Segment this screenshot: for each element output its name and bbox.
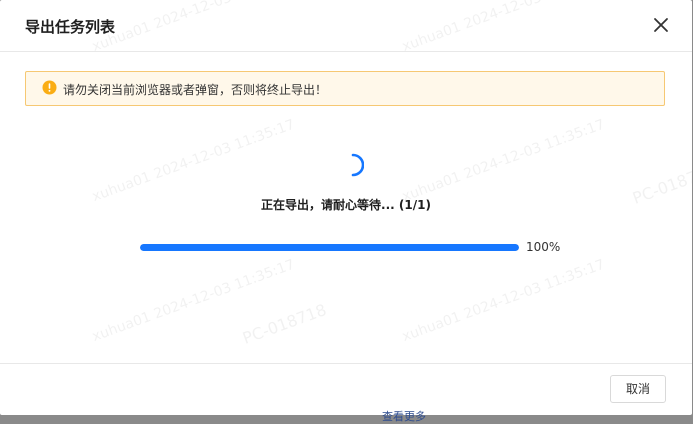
export-status-text: 正在导出，请耐心等待... (1/1) bbox=[261, 198, 431, 212]
alert-message: 请勿关闭当前浏览器或者弹窗，否则将终止导出！ bbox=[63, 83, 328, 97]
watermark-device: PC-018718 bbox=[240, 300, 329, 348]
loading-spinner-icon bbox=[340, 152, 364, 178]
progress-bar-fill bbox=[140, 244, 519, 251]
watermark-text: xuhua01 2024-12-03 11:35:17 bbox=[90, 116, 297, 206]
dialog-header: 导出任务列表 bbox=[0, 0, 692, 52]
close-icon bbox=[654, 18, 668, 32]
watermark-text: xuhua01 2024-12-03 11:35:17 bbox=[400, 116, 607, 206]
progress-percent: 100% bbox=[526, 240, 561, 254]
dialog-footer bbox=[0, 363, 692, 415]
close-button[interactable] bbox=[650, 14, 672, 36]
cancel-button[interactable]: 取消 bbox=[610, 375, 666, 403]
warning-alert: 请勿关闭当前浏览器或者弹窗，否则将终止导出！ bbox=[25, 71, 665, 106]
watermark-text: xuhua01 2024-12-03 11:35:17 bbox=[400, 256, 607, 346]
progress-bar bbox=[140, 244, 519, 251]
watermark-text: xuhua01 2024-12-03 11:35:17 bbox=[90, 256, 297, 346]
dialog-title: 导出任务列表 bbox=[25, 18, 116, 36]
background-view-more-link: 查看更多 bbox=[382, 410, 426, 423]
export-task-dialog: xuhua01 2024-12-03 11:35:17 xuhua01 2024… bbox=[0, 0, 692, 415]
exclamation-circle-icon bbox=[42, 80, 57, 95]
